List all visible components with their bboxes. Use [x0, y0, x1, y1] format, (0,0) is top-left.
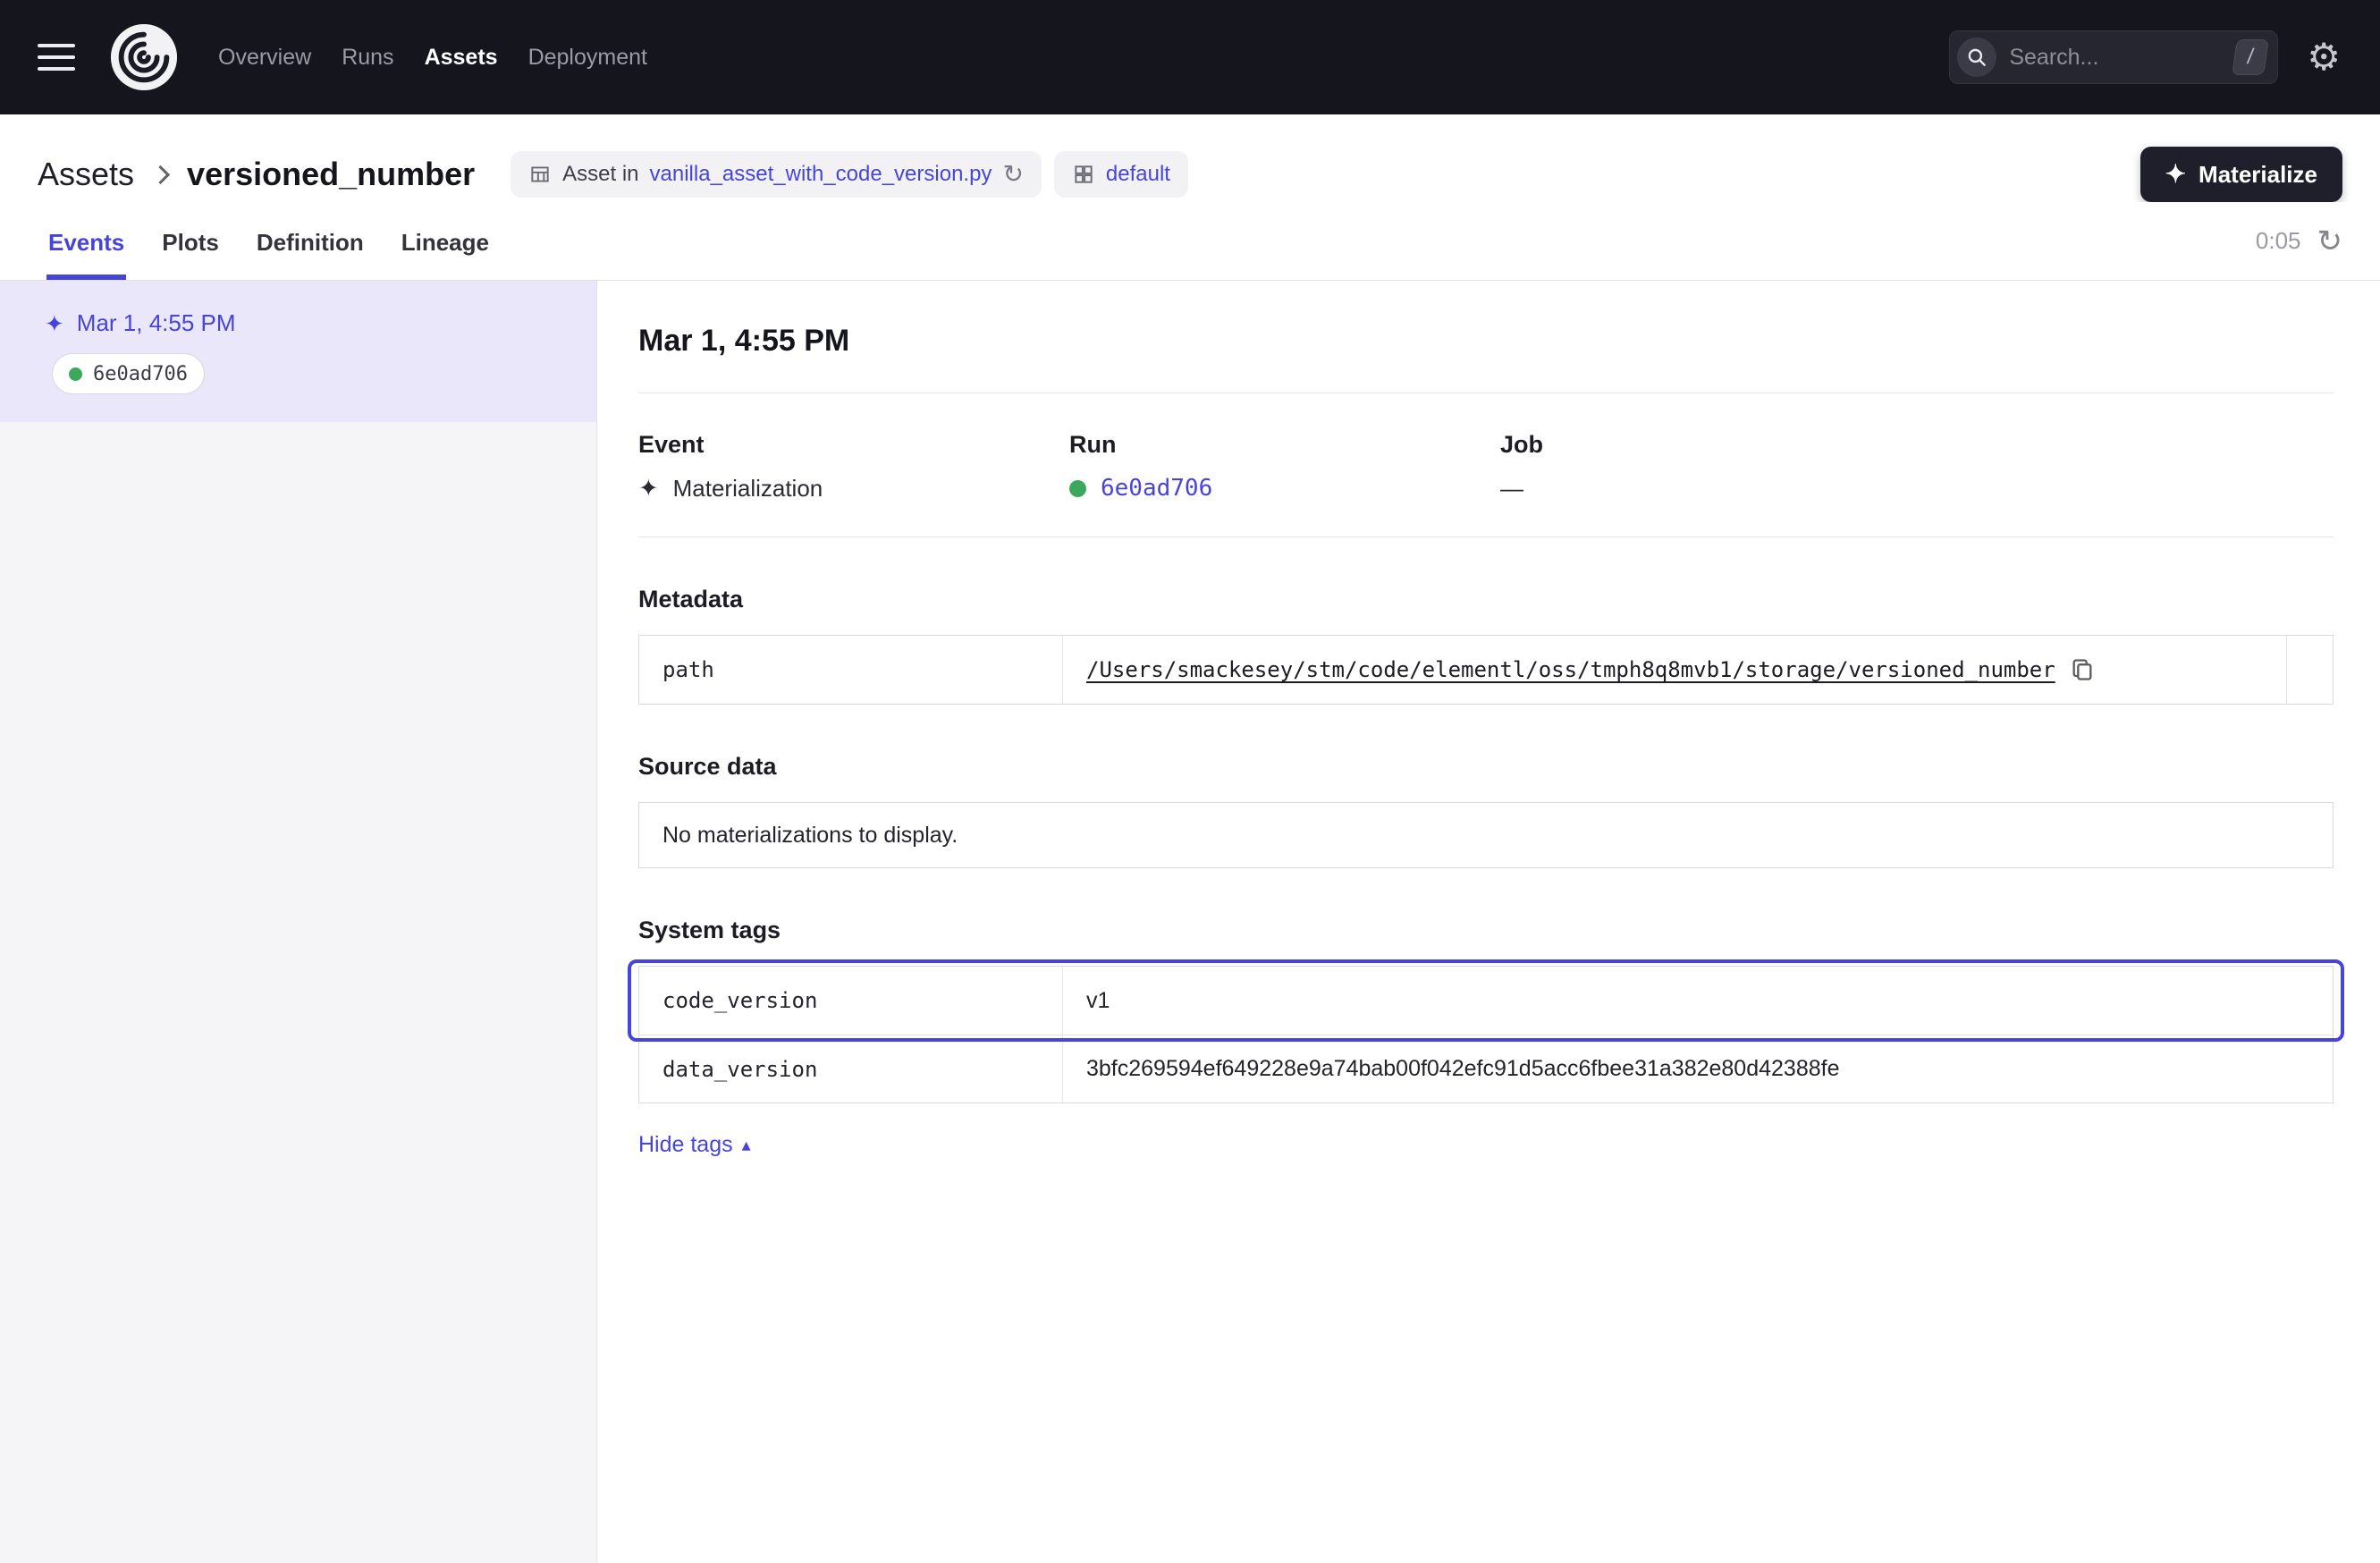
- event-list-item[interactable]: ✦ Mar 1, 4:55 PM 6e0ad706: [0, 281, 596, 422]
- dagster-app: Overview Runs Assets Deployment / ⚙ Asse…: [0, 0, 2380, 1563]
- source-data-empty-message: No materializations to display.: [638, 802, 2334, 868]
- page-title: versioned_number: [187, 156, 475, 193]
- asset-tabs: Events Plots Definition Lineage 0:05 ↻: [0, 202, 2380, 281]
- breadcrumb: Assets versioned_number: [38, 156, 475, 193]
- system-tag-row-code-version: code_version v1: [639, 967, 2333, 1035]
- asset-badge-prefix: Asset in: [562, 162, 638, 187]
- caret-up-icon: ▴: [742, 1134, 751, 1156]
- metadata-row: path /Users/smackesey/stm/code/elementl/…: [639, 636, 2333, 704]
- tag-value: 3bfc269594ef649228e9a74bab00f042efc91d5a…: [1063, 1035, 2333, 1103]
- system-tags-heading: System tags: [638, 917, 2334, 944]
- asset-group-badge: default: [1054, 151, 1188, 198]
- run-status-dot: [1069, 480, 1086, 497]
- event-summary: Event ✦ Materialization Run 6e0ad706 Job: [638, 431, 2334, 503]
- run-id-link[interactable]: 6e0ad706: [1101, 475, 1212, 502]
- hide-tags-label: Hide tags: [638, 1132, 733, 1158]
- hamburger-menu-button[interactable]: [36, 38, 77, 76]
- page-header: Assets versioned_number Asset in vanilla…: [0, 114, 2380, 202]
- global-search[interactable]: /: [1949, 30, 2278, 84]
- event-detail-panel: Mar 1, 4:55 PM Event ✦ Materialization R…: [597, 281, 2380, 1563]
- gear-icon[interactable]: ⚙: [2307, 38, 2341, 76]
- divider: [638, 536, 2334, 537]
- primary-nav: Overview Runs Assets Deployment: [218, 45, 647, 71]
- materialize-label: Materialize: [2199, 161, 2317, 189]
- dagster-logo[interactable]: [109, 22, 179, 92]
- refresh-timer: 0:05 ↻: [2256, 226, 2342, 269]
- refresh-icon[interactable]: ↻: [2317, 226, 2343, 257]
- nav-item-runs[interactable]: Runs: [342, 45, 393, 71]
- search-shortcut-key: /: [2232, 39, 2270, 75]
- run-id: 6e0ad706: [93, 363, 188, 385]
- system-tags-table: code_version v1 data_version 3bfc269594e…: [638, 966, 2334, 1103]
- hide-tags-link[interactable]: Hide tags ▴: [638, 1132, 751, 1158]
- system-tag-row-data-version: data_version 3bfc269594ef649228e9a74bab0…: [639, 1035, 2333, 1103]
- tag-key: code_version: [639, 967, 1063, 1035]
- search-icon: [1957, 38, 1996, 77]
- event-list-sidebar: ✦ Mar 1, 4:55 PM 6e0ad706: [0, 281, 597, 1563]
- summary-event-label: Event: [638, 431, 1069, 459]
- materialize-button[interactable]: ✦ Materialize: [2140, 147, 2342, 202]
- tab-lineage[interactable]: Lineage: [400, 215, 491, 280]
- metadata-actions-cell: [2286, 636, 2333, 704]
- summary-run-label: Run: [1069, 431, 1500, 459]
- table-icon: [528, 163, 552, 186]
- asset-file-link[interactable]: vanilla_asset_with_code_version.py: [650, 162, 992, 187]
- summary-run-column: Run 6e0ad706: [1069, 431, 1500, 503]
- event-heading: Mar 1, 4:55 PM: [638, 324, 2334, 359]
- nav-item-deployment[interactable]: Deployment: [528, 45, 647, 71]
- summary-job-column: Job —: [1500, 431, 1931, 503]
- metadata-path-link[interactable]: /Users/smackesey/stm/code/elementl/oss/t…: [1086, 657, 2055, 682]
- tag-key: data_version: [639, 1035, 1063, 1103]
- copy-icon[interactable]: [2070, 657, 2095, 682]
- tab-events[interactable]: Events: [46, 215, 126, 280]
- refresh-countdown: 0:05: [2256, 227, 2301, 255]
- run-id-pill[interactable]: 6e0ad706: [52, 353, 205, 394]
- breadcrumb-chevron-icon: [151, 165, 170, 183]
- metadata-table: path /Users/smackesey/stm/code/elementl/…: [638, 635, 2334, 705]
- summary-job-label: Job: [1500, 431, 1931, 459]
- reload-icon[interactable]: ↻: [1002, 162, 1023, 187]
- asset-group-link[interactable]: default: [1106, 162, 1170, 187]
- page-body: ✦ Mar 1, 4:55 PM 6e0ad706 Mar 1, 4:55 PM…: [0, 281, 2380, 1563]
- materialization-icon: ✦: [638, 477, 659, 501]
- event-type-value: Materialization: [673, 475, 823, 503]
- tab-plots[interactable]: Plots: [160, 215, 221, 280]
- tag-value: v1: [1063, 967, 2333, 1035]
- nav-item-overview[interactable]: Overview: [218, 45, 311, 71]
- asset-group-icon: [1072, 163, 1095, 186]
- search-input[interactable]: [2009, 45, 2222, 71]
- sparkle-icon: ✦: [2165, 162, 2186, 187]
- source-data-heading: Source data: [638, 753, 2334, 781]
- nav-item-assets[interactable]: Assets: [425, 45, 498, 71]
- summary-event-column: Event ✦ Materialization: [638, 431, 1069, 503]
- metadata-key: path: [639, 636, 1063, 704]
- job-value: —: [1500, 475, 1931, 503]
- top-nav: Overview Runs Assets Deployment / ⚙: [0, 0, 2380, 114]
- run-status-dot: [69, 368, 82, 381]
- breadcrumb-assets-link[interactable]: Assets: [38, 156, 134, 193]
- asset-definition-badge: Asset in vanilla_asset_with_code_version…: [511, 151, 1042, 198]
- event-timestamp: Mar 1, 4:55 PM: [77, 309, 236, 337]
- materialization-sparkle-icon: ✦: [45, 312, 64, 335]
- metadata-heading: Metadata: [638, 586, 2334, 613]
- tab-definition[interactable]: Definition: [255, 215, 366, 280]
